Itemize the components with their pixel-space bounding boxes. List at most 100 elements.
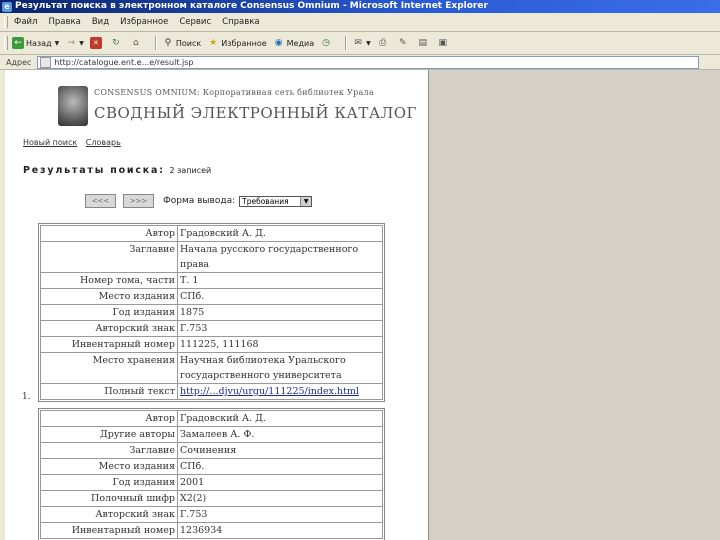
field-value: Г.753 xyxy=(177,506,383,523)
field-value: 2001 xyxy=(177,474,383,491)
print-icon: ⎙ xyxy=(379,38,387,48)
edit-icon: ✎ xyxy=(398,38,407,48)
refresh-button[interactable]: ↻ xyxy=(110,37,124,49)
field-value: Градовский А. Д. xyxy=(177,410,383,427)
field-label: Место издания xyxy=(40,288,178,305)
media-button[interactable]: ◉ Медиа xyxy=(273,37,314,49)
table-row: Другие авторы Замалеев А. Ф. xyxy=(40,426,383,443)
library-emblem-icon xyxy=(58,86,88,126)
field-label: Место издания xyxy=(40,458,178,475)
field-value: http://...djvu/urgu/111225/index.html xyxy=(177,383,383,400)
history-icon: ◷ xyxy=(322,38,331,48)
star-icon: ★ xyxy=(209,38,218,48)
format-label: Форма вывода: xyxy=(163,196,236,206)
format-select-value: Требования xyxy=(242,196,289,206)
table-row: Авторский знак Г.753 xyxy=(40,506,383,523)
forward-arrow-icon: → xyxy=(67,38,75,48)
field-value: Х2(2) xyxy=(177,490,383,507)
toolbar-separator xyxy=(345,36,348,50)
field-label: Авторский знак xyxy=(40,320,178,337)
menu-file[interactable]: Файл xyxy=(14,17,37,27)
home-icon: ⌂ xyxy=(133,38,139,48)
field-label: Место хранения xyxy=(40,352,178,384)
home-button[interactable]: ⌂ xyxy=(130,37,144,49)
menu-favorites[interactable]: Избранное xyxy=(120,17,168,27)
field-value: 111225, 111168 xyxy=(177,336,383,353)
table-row: Год издания 2001 xyxy=(40,474,383,491)
next-page-button[interactable]: >>> xyxy=(123,194,154,208)
address-input[interactable]: http://catalogue.ent.e...e/result.jsp xyxy=(37,55,700,69)
full-text-link[interactable]: http://...djvu/urgu/111225/index.html xyxy=(180,386,359,397)
back-button[interactable]: ← Назад ▼ xyxy=(12,37,59,49)
field-label: Полочный шифр xyxy=(40,490,178,507)
menu-help[interactable]: Справка xyxy=(222,17,259,27)
field-value: СПб. xyxy=(177,288,383,305)
favorites-label: Избранное xyxy=(221,38,267,48)
record-table: Автор Градовский А. Д. Заглавие Начала рус… xyxy=(40,225,383,400)
dictionary-link[interactable]: Словарь xyxy=(86,138,121,147)
catalog-logo: CONSENSUS OMNIUM: Корпоративная сеть биб… xyxy=(58,86,416,128)
search-button[interactable]: ⚲ Поиск xyxy=(162,37,202,49)
field-label: Полный текст xyxy=(40,383,178,400)
table-row: Год издания 1875 xyxy=(40,304,383,321)
toolbar-grip xyxy=(4,16,8,28)
messenger-button[interactable]: ▣ xyxy=(437,37,451,49)
back-arrow-icon: ← xyxy=(12,37,24,49)
media-icon: ◉ xyxy=(274,38,283,48)
table-row: Инвентарный номер 111225, 111168 xyxy=(40,336,383,353)
menu-view[interactable]: Вид xyxy=(92,17,109,27)
address-label: Адрес xyxy=(6,57,32,67)
menu-edit[interactable]: Правка xyxy=(48,17,80,27)
table-row: Место хранения Научная библиотека Уральск… xyxy=(40,352,383,384)
dropdown-arrow-icon: ▼ xyxy=(54,39,60,47)
stop-button[interactable]: ✕ xyxy=(89,37,104,49)
toolbar-grip xyxy=(4,36,8,50)
field-value: 1875 xyxy=(177,304,383,321)
history-button[interactable]: ◷ xyxy=(320,37,334,49)
field-label: Год издания xyxy=(40,474,178,491)
field-label: Заглавие xyxy=(40,442,178,459)
edit-button[interactable]: ✎ xyxy=(397,37,411,49)
standard-toolbar: ← Назад ▼ → ▼ ✕ ↻ ⌂ ⚲ Поиск ★ Избранное … xyxy=(0,32,720,55)
discuss-icon: ▤ xyxy=(418,38,427,48)
table-row: Номер тома, части Т. 1 xyxy=(40,272,383,289)
menu-tools[interactable]: Сервис xyxy=(179,17,211,27)
table-row: Заглавие Сочинения xyxy=(40,442,383,459)
table-row: Место издания СПб. xyxy=(40,458,383,475)
address-bar: Адрес http://catalogue.ent.e...e/result.… xyxy=(0,55,720,70)
mail-button[interactable]: ✉ ▼ xyxy=(352,37,370,49)
address-url: http://catalogue.ent.e...e/result.jsp xyxy=(54,57,194,67)
prev-page-button[interactable]: <<< xyxy=(85,194,116,208)
format-select[interactable]: Требования ▼ xyxy=(239,195,313,207)
media-label: Медиа xyxy=(286,38,315,48)
forward-button[interactable]: → ▼ xyxy=(65,37,83,49)
print-button[interactable]: ⎙ xyxy=(377,37,391,49)
logo-title: СВОДНЫЙ ЭЛЕКТРОННЫЙ КАТАЛОГ xyxy=(94,104,417,122)
page-content: CONSENSUS OMNIUM: Корпоративная сеть биб… xyxy=(5,70,429,540)
discuss-button[interactable]: ▤ xyxy=(417,37,431,49)
field-label: Инвентарный номер xyxy=(40,336,178,353)
field-label: Год издания xyxy=(40,304,178,321)
field-value: Научная библиотека Уральского государств… xyxy=(177,352,383,384)
field-label: Другие авторы xyxy=(40,426,178,443)
search-icon: ⚲ xyxy=(164,38,172,48)
table-row: Место издания СПб. xyxy=(40,288,383,305)
field-label: Номер тома, части xyxy=(40,272,178,289)
search-label: Поиск xyxy=(175,38,202,48)
refresh-icon: ↻ xyxy=(112,38,120,48)
window-title: Результат поиска в электронном каталоге … xyxy=(15,1,488,11)
page-icon xyxy=(40,56,52,68)
table-row: Полочный шифр Х2(2) xyxy=(40,490,383,507)
table-row: Полный текст http://...djvu/urgu/111225/i… xyxy=(40,383,383,400)
chevron-down-icon: ▼ xyxy=(300,196,312,206)
stop-icon: ✕ xyxy=(89,37,102,49)
record-table: Автор Градовский А. Д. Другие авторы Замал… xyxy=(40,410,383,539)
messenger-icon: ▣ xyxy=(438,38,447,48)
favorites-button[interactable]: ★ Избранное xyxy=(207,37,266,49)
back-label: Назад xyxy=(26,38,52,48)
record-card: Автор Градовский А. Д. Другие авторы Замал… xyxy=(38,408,385,540)
new-search-link[interactable]: Новый поиск xyxy=(23,138,77,147)
field-value: Т. 1 xyxy=(177,272,383,289)
internet-explorer-icon: e xyxy=(2,1,12,12)
results-label: Результаты поиска: xyxy=(23,165,165,176)
